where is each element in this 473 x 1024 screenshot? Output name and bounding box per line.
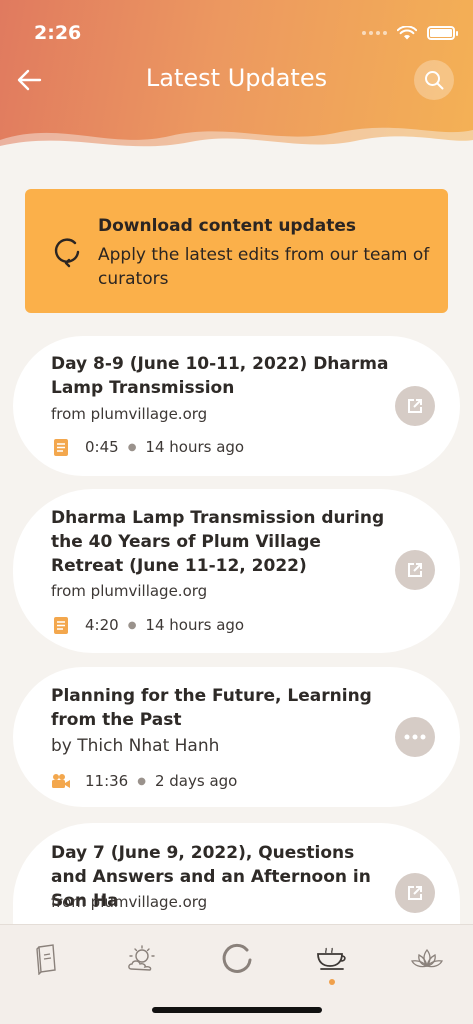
tea-cup-icon (317, 947, 346, 970)
item-age: 2 days ago (154, 772, 238, 790)
list-item[interactable]: Day 8-9 (June 10-11, 2022) Dharma Lamp T… (13, 336, 460, 476)
active-tab-indicator (329, 979, 335, 985)
open-external-button[interactable] (395, 386, 435, 426)
tab-daily[interactable] (117, 939, 167, 979)
tab-meditation[interactable] (212, 939, 262, 979)
separator-dot: ● (137, 775, 146, 787)
tab-sangha[interactable] (402, 939, 452, 979)
separator-dot: ● (127, 619, 137, 631)
refresh-icon (54, 238, 80, 268)
video-camera-icon (51, 771, 71, 791)
item-author: by Thich Nhat Hanh (51, 736, 220, 756)
item-title: Planning for the Future, Learning from t… (51, 686, 372, 730)
separator-dot: ● (127, 441, 137, 453)
external-link-icon (408, 563, 422, 577)
open-external-button[interactable] (395, 550, 435, 590)
header-wave (0, 127, 473, 160)
page-title: Latest Updates (145, 64, 328, 92)
banner-description: Apply the latest edits from our team of … (98, 245, 430, 289)
item-meta: 0:45 ● 14 hours ago (51, 437, 244, 457)
item-source: from plumvillage.org (51, 893, 208, 911)
item-meta: 4:20 ● 14 hours ago (51, 615, 244, 635)
external-link-icon (408, 399, 422, 413)
book-icon (36, 944, 56, 975)
status-time: 2:26 (34, 22, 82, 44)
list-item[interactable]: Dharma Lamp Transmission during the 40 Y… (13, 489, 460, 653)
item-duration: 11:36 (85, 772, 129, 790)
item-age: 14 hours ago (145, 438, 245, 456)
item-meta: 11:36 ● 2 days ago (51, 771, 237, 791)
item-title: Day 8-9 (June 10-11, 2022) Dharma Lamp T… (51, 354, 389, 398)
status-bar: 2:26 (0, 0, 473, 60)
banner-title: Download content updates (98, 216, 357, 236)
item-age: 14 hours ago (145, 616, 245, 634)
item-source: from plumvillage.org (51, 582, 208, 600)
tab-library[interactable] (22, 939, 72, 979)
open-external-button[interactable] (395, 873, 435, 913)
home-indicator[interactable] (152, 1007, 322, 1013)
sun-cloud-icon (128, 945, 155, 971)
document-icon (51, 615, 71, 635)
tab-tea[interactable] (307, 939, 357, 979)
status-indicators (362, 26, 458, 40)
enso-circle-icon (222, 943, 252, 973)
search-icon (425, 71, 444, 90)
list-item[interactable]: Day 7 (June 9, 2022), Questions and Answ… (13, 823, 460, 924)
lotus-icon (411, 948, 443, 968)
document-icon (51, 437, 71, 457)
external-link-icon (408, 886, 422, 900)
download-updates-banner[interactable]: Download content updates Apply the lates… (25, 189, 448, 313)
battery-icon (427, 26, 458, 40)
wifi-icon (397, 26, 417, 40)
more-options-button[interactable] (395, 717, 435, 757)
list-item[interactable]: Planning for the Future, Learning from t… (13, 667, 460, 807)
item-duration: 0:45 (85, 438, 119, 456)
search-button[interactable] (414, 60, 454, 100)
header: 2:26 Latest Updates (0, 0, 473, 160)
more-options-icon (404, 734, 426, 740)
item-duration: 4:20 (85, 616, 119, 634)
signal-icon (362, 31, 387, 35)
item-title: Dharma Lamp Transmission during the 40 Y… (51, 508, 385, 576)
item-source: from plumvillage.org (51, 405, 208, 423)
